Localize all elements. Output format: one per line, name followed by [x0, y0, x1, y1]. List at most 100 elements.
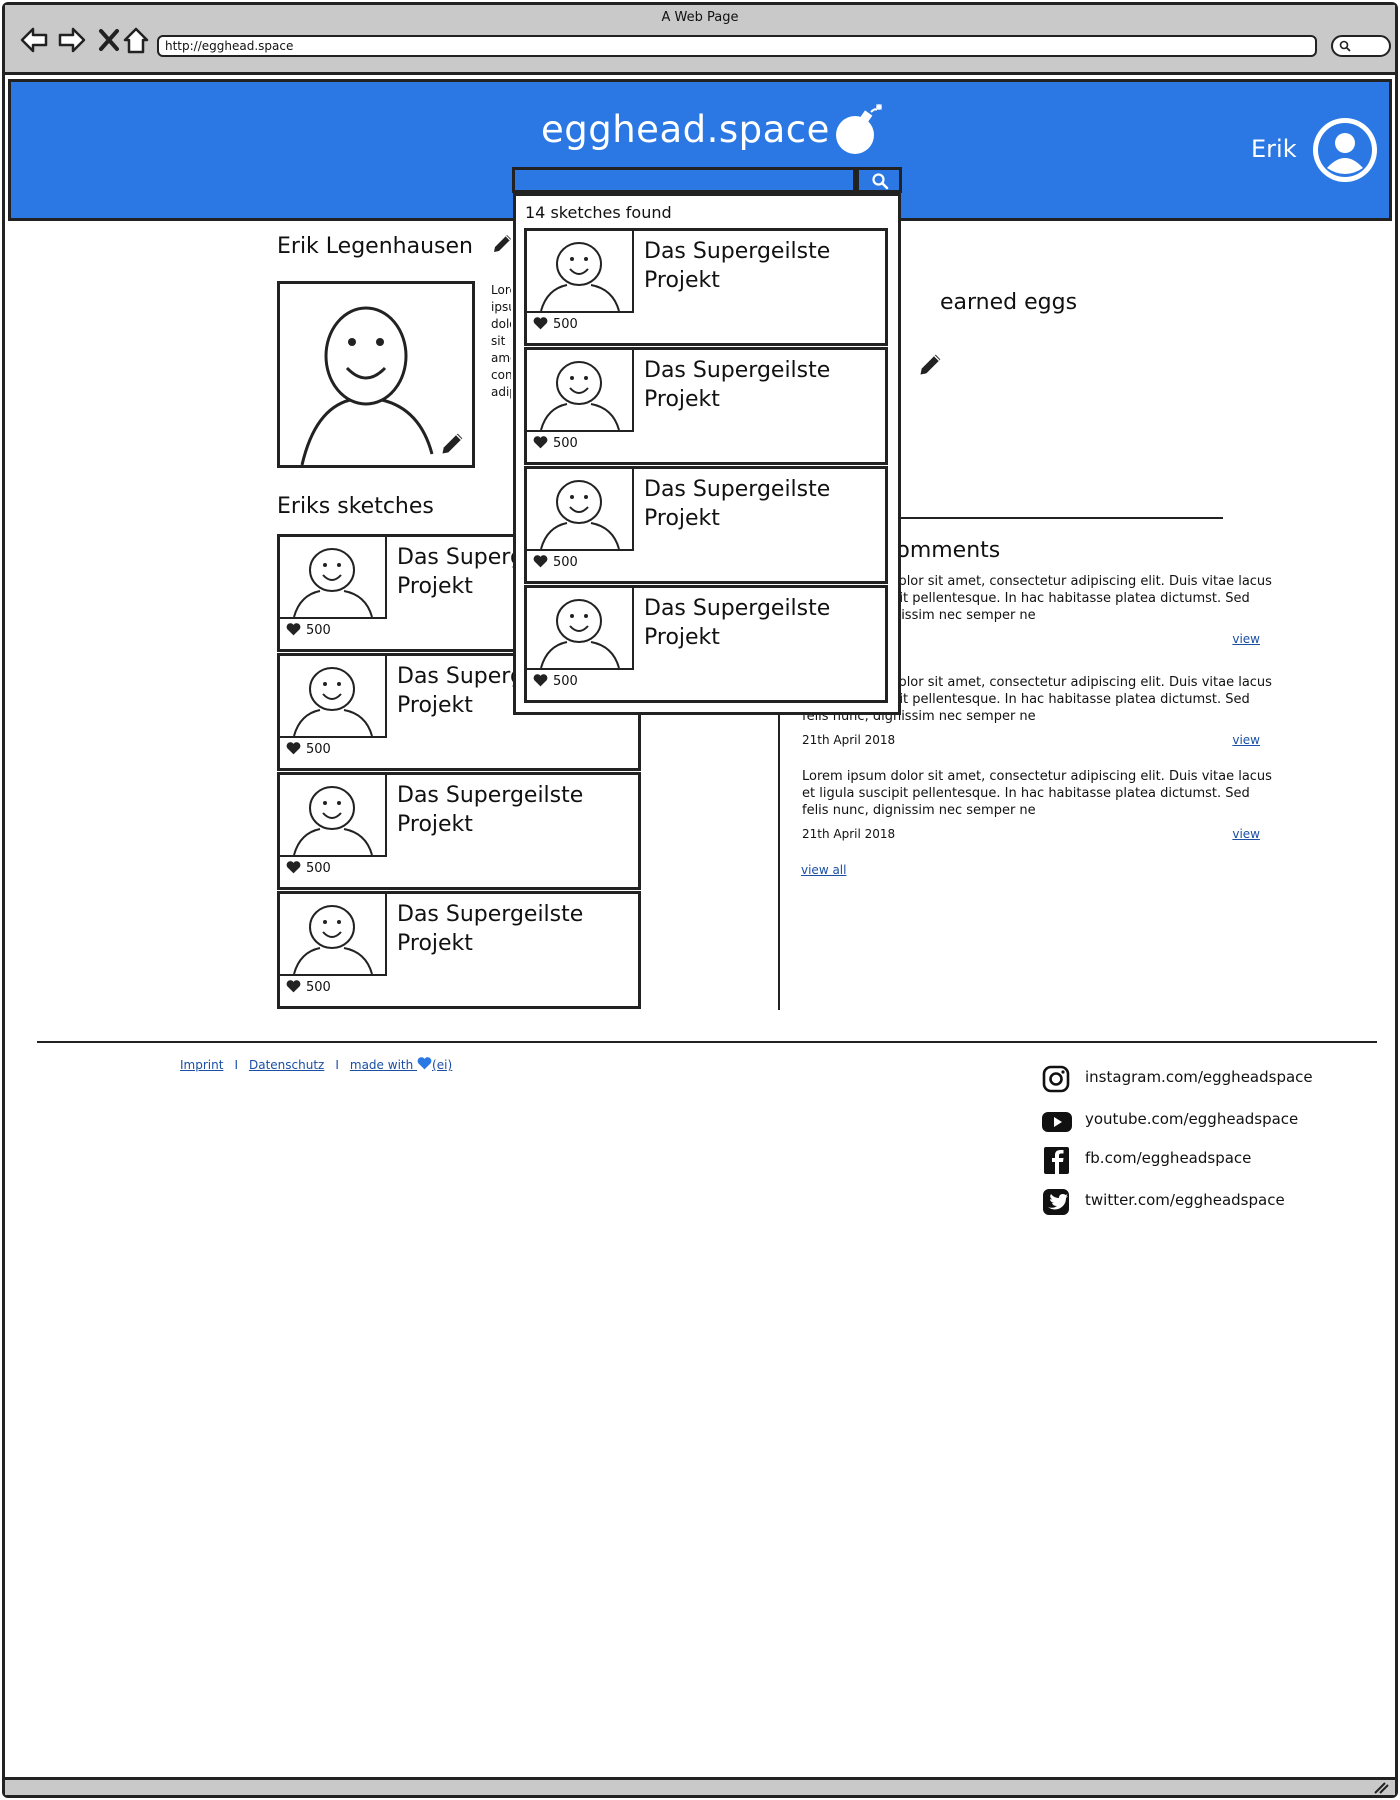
- sketch-thumbnail-icon: [293, 667, 373, 736]
- earned-eggs-title: earned eggs: [940, 290, 1078, 315]
- sketch-card[interactable]: Das Supergeilste Projekt 500: [524, 347, 888, 465]
- comment-view-link[interactable]: view: [1232, 732, 1260, 749]
- sketch-thumbnail-icon: [293, 786, 373, 855]
- heart-icon: [533, 555, 548, 568]
- sketch-likes: 500: [533, 674, 578, 689]
- social-link-text: fb.com/eggheadspace: [1085, 1149, 1252, 1167]
- sketch-thumbnail-icon: [293, 548, 373, 617]
- url-bar[interactable]: http://egghead.space: [157, 35, 1317, 57]
- sketch-likes: 500: [533, 436, 578, 451]
- home-icon[interactable]: [121, 25, 151, 55]
- heart-icon: [533, 436, 548, 449]
- sketch-title: Das Supergeilste Projekt: [644, 477, 831, 531]
- likes-count: 500: [553, 674, 578, 689]
- sketch-thumbnail: [280, 656, 387, 738]
- back-arrow-icon[interactable]: [19, 25, 49, 55]
- made-with-link[interactable]: made with (ei): [349, 1057, 453, 1072]
- privacy-link[interactable]: Datenschutz: [249, 1058, 324, 1072]
- imprint-link[interactable]: Imprint: [180, 1058, 223, 1072]
- social-link-text: instagram.com/eggheadspace: [1085, 1068, 1313, 1086]
- search-button[interactable]: [856, 167, 902, 193]
- heart-icon: [417, 1057, 432, 1070]
- site-logo-text[interactable]: egghead.space: [541, 108, 830, 151]
- sketch-card[interactable]: Das Supergeilste Projekt 500: [277, 772, 641, 890]
- likes-count: 500: [306, 742, 331, 757]
- resize-grip-icon[interactable]: [1373, 1782, 1389, 1794]
- comment-date: 21th April 2018: [802, 827, 896, 841]
- sketch-title: Das Supergeilste Projekt: [397, 902, 584, 956]
- pencil-icon[interactable]: [439, 429, 467, 457]
- sketch-thumbnail: [527, 469, 634, 551]
- sketch-likes: 500: [286, 980, 331, 995]
- pencil-icon[interactable]: [491, 231, 515, 255]
- sketch-likes: 500: [533, 555, 578, 570]
- search-input[interactable]: [512, 167, 856, 193]
- heart-icon: [286, 980, 301, 993]
- separator: I: [335, 1058, 339, 1072]
- sketch-title: Das Supergeilste Projekt: [644, 239, 831, 293]
- browser-search-field[interactable]: [1331, 35, 1391, 57]
- likes-count: 500: [553, 436, 578, 451]
- sketches-title: Eriks sketches: [277, 494, 434, 519]
- separator: I: [234, 1058, 238, 1072]
- instagram-icon: [1042, 1065, 1070, 1093]
- twitter-icon: [1043, 1189, 1069, 1215]
- likes-count: 500: [553, 555, 578, 570]
- sketch-likes: 500: [286, 861, 331, 876]
- bomb-logo-icon: [836, 104, 882, 154]
- search-icon: [872, 173, 889, 190]
- made-with-text: made with: [349, 1058, 414, 1072]
- sketch-thumbnail-icon: [540, 361, 620, 430]
- heart-icon: [286, 861, 301, 874]
- comment-view-link[interactable]: view: [1232, 631, 1260, 648]
- made-with-suffix: (ei): [432, 1058, 453, 1072]
- comment-text: Lorem ipsum dolor sit amet, consectetur …: [802, 769, 1272, 818]
- sketch-title: Das Supergeilste Projekt: [644, 596, 831, 650]
- sketch-title: Das Supergeilste Projekt: [397, 783, 584, 837]
- forward-arrow-icon[interactable]: [57, 25, 87, 55]
- sketch-title: Das Supergeilste Projekt: [644, 358, 831, 412]
- sketch-card[interactable]: Das Supergeilste Projekt 500: [524, 585, 888, 703]
- sketch-thumbnail: [527, 588, 634, 670]
- search-icon: [1339, 40, 1351, 52]
- likes-count: 500: [306, 861, 331, 876]
- sketch-card[interactable]: Das Supergeilste Projekt 500: [524, 228, 888, 346]
- pencil-icon[interactable]: [917, 350, 945, 378]
- browser-toolbar: A Web Page http://egghead.space: [5, 5, 1395, 75]
- user-name[interactable]: Erik: [1251, 135, 1297, 163]
- view-all-link[interactable]: view all: [801, 863, 846, 877]
- divider: [878, 517, 1223, 519]
- heart-icon: [286, 742, 301, 755]
- user-avatar-icon[interactable]: [1311, 116, 1379, 184]
- social-link-text: twitter.com/eggheadspace: [1085, 1191, 1285, 1209]
- facebook-icon: [1044, 1147, 1069, 1174]
- heart-icon: [533, 317, 548, 330]
- sketch-thumbnail: [280, 894, 387, 976]
- likes-count: 500: [306, 623, 331, 638]
- sketch-thumbnail: [280, 775, 387, 857]
- sketch-thumbnail-icon: [540, 242, 620, 311]
- search-results-dropdown: 14 sketches found Das Supergeilste Proje…: [513, 193, 901, 715]
- browser-window: A Web Page http://egghead.space egghead.…: [2, 2, 1398, 1798]
- sketch-thumbnail-icon: [540, 599, 620, 668]
- sketch-card[interactable]: Das Supergeilste Projekt 500: [277, 891, 641, 1009]
- sketch-card[interactable]: Das Supergeilste Projekt 500: [524, 466, 888, 584]
- youtube-icon: [1042, 1112, 1072, 1132]
- footer-divider: [37, 1041, 1377, 1043]
- sketch-likes: 500: [286, 742, 331, 757]
- sketch-thumbnail: [527, 231, 634, 313]
- status-bar: [5, 1777, 1395, 1795]
- sketch-thumbnail-icon: [540, 480, 620, 549]
- profile-bio: Lorem ipsum dolor sit amet consectetur a…: [491, 283, 511, 399]
- heart-icon: [286, 623, 301, 636]
- profile-name: Erik Legenhausen: [277, 234, 473, 259]
- social-link-text: youtube.com/eggheadspace: [1085, 1110, 1299, 1128]
- comment-date: 21th April 2018: [802, 733, 896, 747]
- footer-links: Imprint I Datenschutz Imade with (ei): [180, 1057, 452, 1072]
- window-title: A Web Page: [661, 10, 739, 25]
- sketch-likes: 500: [533, 317, 578, 332]
- search-result-count: 14 sketches found: [525, 203, 672, 222]
- comment-view-link[interactable]: view: [1232, 826, 1260, 843]
- comment-item: Lorem ipsum dolor sit amet, consectetur …: [802, 768, 1272, 841]
- heart-icon: [533, 674, 548, 687]
